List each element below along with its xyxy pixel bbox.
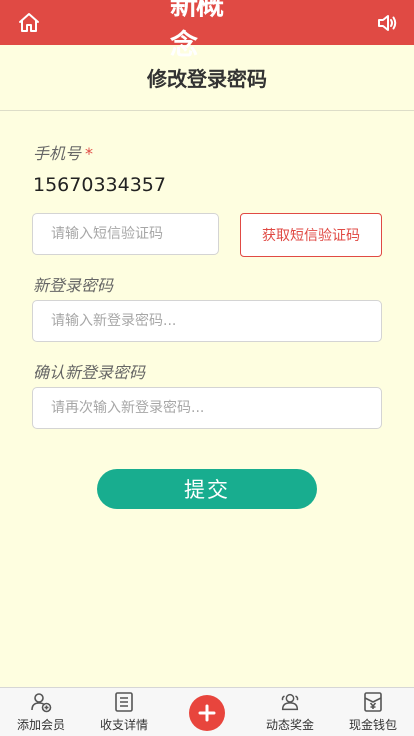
tab-cash-wallet[interactable]: 现金钱包	[332, 688, 414, 736]
speaker-icon	[378, 15, 397, 31]
title-bar: 修改登录密码	[0, 45, 414, 111]
users-icon	[279, 691, 301, 713]
tab-cash-wallet-label: 现金钱包	[348, 718, 397, 732]
tab-dynamic-bonus[interactable]: 动态奖金	[249, 688, 331, 736]
tab-dynamic-bonus-label: 动态奖金	[265, 718, 314, 732]
tab-income-details-label: 收支详情	[99, 718, 148, 732]
required-mark: *	[85, 144, 94, 163]
center-add-button[interactable]	[189, 695, 225, 731]
confirm-password-input[interactable]	[32, 387, 382, 429]
sound-button[interactable]	[372, 8, 402, 38]
add-member-icon	[30, 691, 52, 713]
tab-add-member-label: 添加会员	[16, 718, 65, 732]
phone-label: 手机号 *	[33, 140, 93, 164]
phone-number: 15670334357	[33, 174, 166, 196]
new-password-label: 新登录密码	[33, 276, 114, 295]
brand-logo: 新概念	[170, 0, 244, 61]
page-title: 修改登录密码	[147, 67, 267, 91]
home-button[interactable]	[14, 8, 44, 38]
tab-add-member[interactable]: 添加会员	[0, 688, 82, 736]
new-password-input[interactable]	[32, 300, 382, 342]
submit-button[interactable]: 提交	[97, 469, 317, 509]
confirm-password-label: 确认新登录密码	[33, 363, 146, 382]
home-icon	[19, 13, 39, 32]
list-icon	[113, 691, 135, 713]
plus-icon	[198, 704, 216, 722]
top-bar: 新概念	[0, 0, 414, 61]
sms-code-input[interactable]	[32, 213, 219, 255]
wallet-icon	[362, 691, 384, 713]
phone-label-text: 手机号	[33, 144, 82, 163]
tab-income-details[interactable]: 收支详情	[83, 688, 165, 736]
get-sms-code-button[interactable]: 获取短信验证码	[240, 213, 382, 257]
